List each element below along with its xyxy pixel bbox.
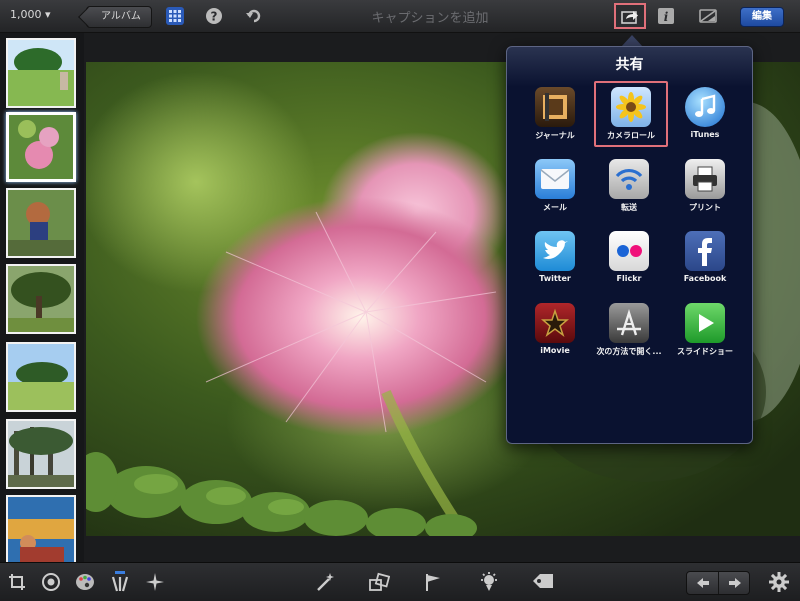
share-item-label: Twitter bbox=[539, 274, 571, 283]
share-icon bbox=[621, 11, 638, 24]
share-item-label: Facebook bbox=[683, 274, 727, 283]
share-item-label: iTunes bbox=[690, 130, 720, 139]
share-item-label: Flickr bbox=[616, 274, 642, 283]
help-icon[interactable]: ? bbox=[204, 6, 224, 26]
adjust-icon[interactable] bbox=[698, 6, 718, 26]
tag-icon[interactable] bbox=[532, 571, 554, 593]
share-imovie[interactable]: iMovie bbox=[518, 299, 592, 365]
share-twitter[interactable]: Twitter bbox=[518, 227, 592, 293]
thumbnail[interactable] bbox=[6, 495, 76, 562]
favorite-icon[interactable] bbox=[478, 571, 500, 593]
share-journal[interactable]: ジャーナル bbox=[518, 83, 592, 149]
share-print[interactable]: プリント bbox=[668, 155, 742, 221]
open-in-icon bbox=[609, 303, 649, 343]
share-button[interactable] bbox=[614, 3, 646, 29]
share-popover: 共有 ジャーナル カメラロール iTunes メール 転送 プリント Twitt… bbox=[506, 46, 753, 444]
settings-gear-icon[interactable] bbox=[768, 571, 790, 593]
thumbnail[interactable] bbox=[6, 188, 76, 258]
share-transfer[interactable]: 転送 bbox=[592, 155, 666, 221]
grid-icon[interactable] bbox=[165, 6, 185, 26]
next-photo-button[interactable] bbox=[718, 572, 750, 594]
edit-button[interactable]: 編集 bbox=[740, 7, 784, 27]
rotate-icon[interactable] bbox=[368, 571, 390, 593]
photo-count-selector[interactable]: 1,000 ▾ bbox=[10, 8, 51, 21]
photo-navigation bbox=[686, 571, 750, 595]
share-facebook[interactable]: Facebook bbox=[668, 227, 742, 293]
imovie-icon bbox=[535, 303, 575, 343]
share-item-label: iMovie bbox=[540, 346, 570, 355]
share-open-in[interactable]: 次の方法で開く... bbox=[592, 299, 666, 365]
undo-icon[interactable] bbox=[244, 6, 264, 26]
twitter-icon bbox=[535, 231, 575, 271]
svg-text:i: i bbox=[664, 10, 669, 24]
share-item-label: カメラロール bbox=[607, 131, 655, 140]
thumbnail[interactable] bbox=[6, 342, 76, 412]
color-palette-icon[interactable] bbox=[74, 571, 96, 593]
share-flickr[interactable]: Flickr bbox=[592, 227, 666, 293]
thumbnail[interactable] bbox=[6, 419, 76, 489]
caption-field[interactable]: キャプションを追加 bbox=[300, 7, 560, 26]
flickr-icon bbox=[609, 231, 649, 271]
arrow-left-icon bbox=[696, 578, 709, 588]
svg-text:?: ? bbox=[211, 10, 218, 24]
camera-roll-icon bbox=[611, 87, 651, 127]
share-camera-roll[interactable]: カメラロール bbox=[594, 81, 668, 147]
brushes-icon[interactable] bbox=[109, 571, 131, 593]
auto-enhance-icon[interactable] bbox=[314, 571, 336, 593]
mail-icon bbox=[535, 159, 575, 199]
info-icon[interactable]: i bbox=[656, 6, 676, 26]
album-back-label: アルバム bbox=[101, 11, 141, 22]
flag-icon[interactable] bbox=[422, 571, 444, 593]
journal-icon bbox=[535, 87, 575, 127]
facebook-icon bbox=[685, 231, 725, 271]
share-itunes[interactable]: iTunes bbox=[668, 83, 742, 149]
bottom-toolbar bbox=[0, 562, 800, 601]
share-mail[interactable]: メール bbox=[518, 155, 592, 221]
share-slideshow[interactable]: スライドショー bbox=[668, 299, 742, 365]
share-item-label: ジャーナル bbox=[535, 131, 575, 140]
thumbnail-selected[interactable] bbox=[6, 112, 76, 182]
slideshow-icon bbox=[685, 303, 725, 343]
thumbnail[interactable] bbox=[6, 264, 76, 334]
effects-icon[interactable] bbox=[144, 571, 166, 593]
arrow-right-icon bbox=[728, 578, 741, 588]
album-back-button[interactable]: アルバム bbox=[86, 6, 152, 28]
share-item-label: メール bbox=[543, 203, 567, 212]
previous-photo-button[interactable] bbox=[687, 572, 718, 594]
popover-title: 共有 bbox=[615, 57, 644, 73]
thumbnail[interactable] bbox=[6, 38, 76, 108]
top-toolbar: 1,000 ▾ アルバム ? キャプションを追加 i 編集 bbox=[0, 0, 800, 33]
itunes-icon bbox=[685, 87, 725, 127]
crop-icon[interactable] bbox=[6, 571, 28, 593]
share-item-label: 転送 bbox=[621, 203, 637, 212]
print-icon bbox=[685, 159, 725, 199]
share-item-label: 次の方法で開く... bbox=[596, 347, 662, 356]
thumbnail-sidebar[interactable] bbox=[0, 33, 84, 562]
share-item-label: プリント bbox=[689, 203, 721, 212]
exposure-icon[interactable] bbox=[40, 571, 62, 593]
share-item-label: スライドショー bbox=[677, 347, 733, 356]
transfer-icon bbox=[609, 159, 649, 199]
